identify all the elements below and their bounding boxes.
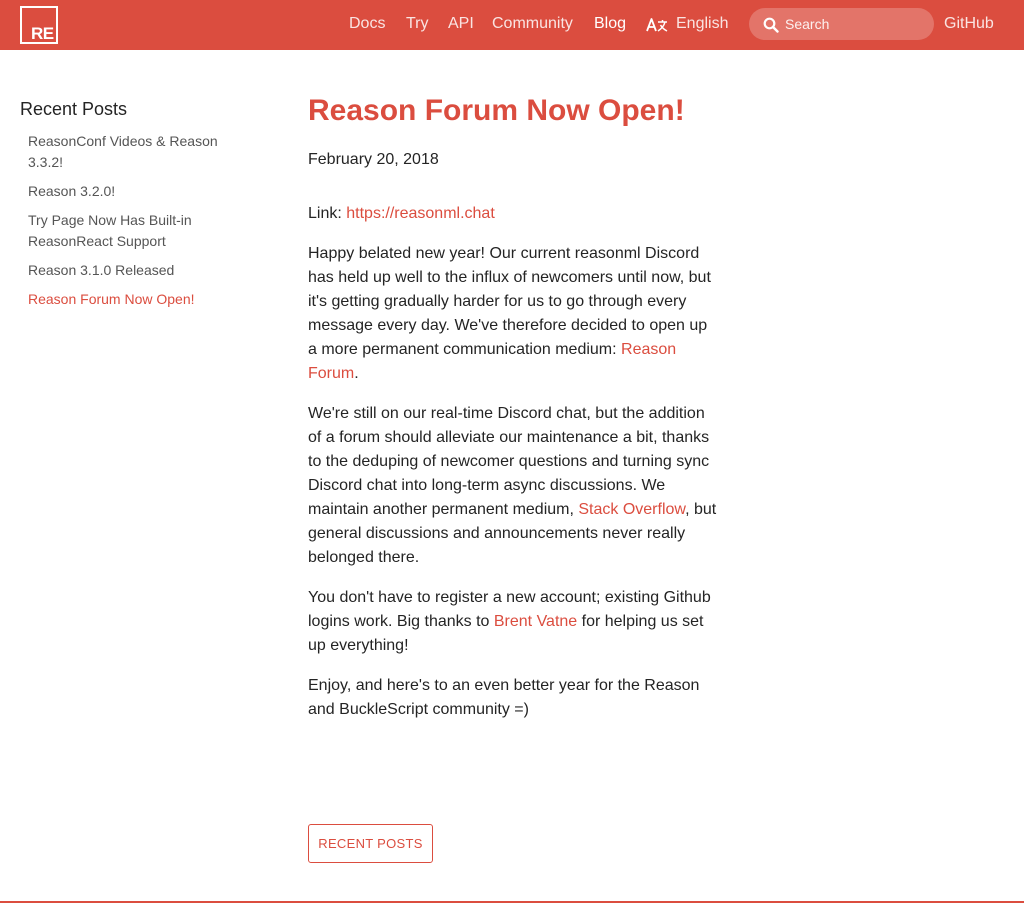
sidebar-item-reason-3-1-0[interactable]: Reason 3.1.0 Released xyxy=(20,260,250,281)
brent-vatne-link[interactable]: Brent Vatne xyxy=(494,613,577,630)
stack-overflow-link[interactable]: Stack Overflow xyxy=(578,501,685,518)
blog-post: Reason Forum Now Open! February 20, 2018… xyxy=(308,92,718,738)
sidebar-item-reasonconf[interactable]: ReasonConf Videos & Reason 3.3.2! xyxy=(20,131,250,173)
language-selector[interactable]: English xyxy=(676,14,728,34)
nav-try[interactable]: Try xyxy=(406,14,429,34)
post-body: Link: https://reasonml.chat Happy belate… xyxy=(308,202,718,722)
sidebar-item-reason-3-2-0[interactable]: Reason 3.2.0! xyxy=(20,181,250,202)
post-paragraph-intro: Happy belated new year! Our current reas… xyxy=(308,242,718,386)
search-icon xyxy=(763,17,779,33)
post-title[interactable]: Reason Forum Now Open! xyxy=(308,92,718,130)
translate-icon[interactable] xyxy=(646,15,668,35)
post-date: February 20, 2018 xyxy=(308,151,439,168)
sidebar-item-try-page[interactable]: Try Page Now Has Built-in ReasonReact Su… xyxy=(20,210,250,252)
reasonml-chat-link[interactable]: https://reasonml.chat xyxy=(346,205,495,222)
nav-api[interactable]: API xyxy=(448,14,474,34)
reason-logo[interactable]: RE xyxy=(20,6,58,44)
logo-text: RE xyxy=(31,24,54,43)
nav-blog[interactable]: Blog xyxy=(594,14,626,34)
recent-posts-button[interactable]: RECENT POSTS xyxy=(308,824,433,863)
sidebar-heading: Recent Posts xyxy=(20,99,128,119)
sidebar-item-forum-open[interactable]: Reason Forum Now Open! xyxy=(20,289,250,310)
nav-github[interactable]: GitHub xyxy=(944,14,994,34)
post-paragraph-discord: We're still on our real-time Discord cha… xyxy=(308,402,718,570)
recent-posts-sidebar: Recent Posts ReasonConf Videos & Reason … xyxy=(20,98,250,318)
nav-community[interactable]: Community xyxy=(492,14,573,34)
search-box[interactable] xyxy=(749,8,934,40)
post-paragraph-thanks: You don't have to register a new account… xyxy=(308,586,718,658)
post-paragraph-link: Link: https://reasonml.chat xyxy=(308,202,718,226)
search-input[interactable] xyxy=(785,8,925,40)
paragraph-text-end: . xyxy=(354,365,359,382)
nav-docs[interactable]: Docs xyxy=(349,14,385,34)
top-navbar: RE Docs Try API Community Blog English G… xyxy=(0,0,1024,50)
post-paragraph-closing: Enjoy, and here's to an even better year… xyxy=(308,677,700,718)
link-prefix: Link: xyxy=(308,205,347,222)
